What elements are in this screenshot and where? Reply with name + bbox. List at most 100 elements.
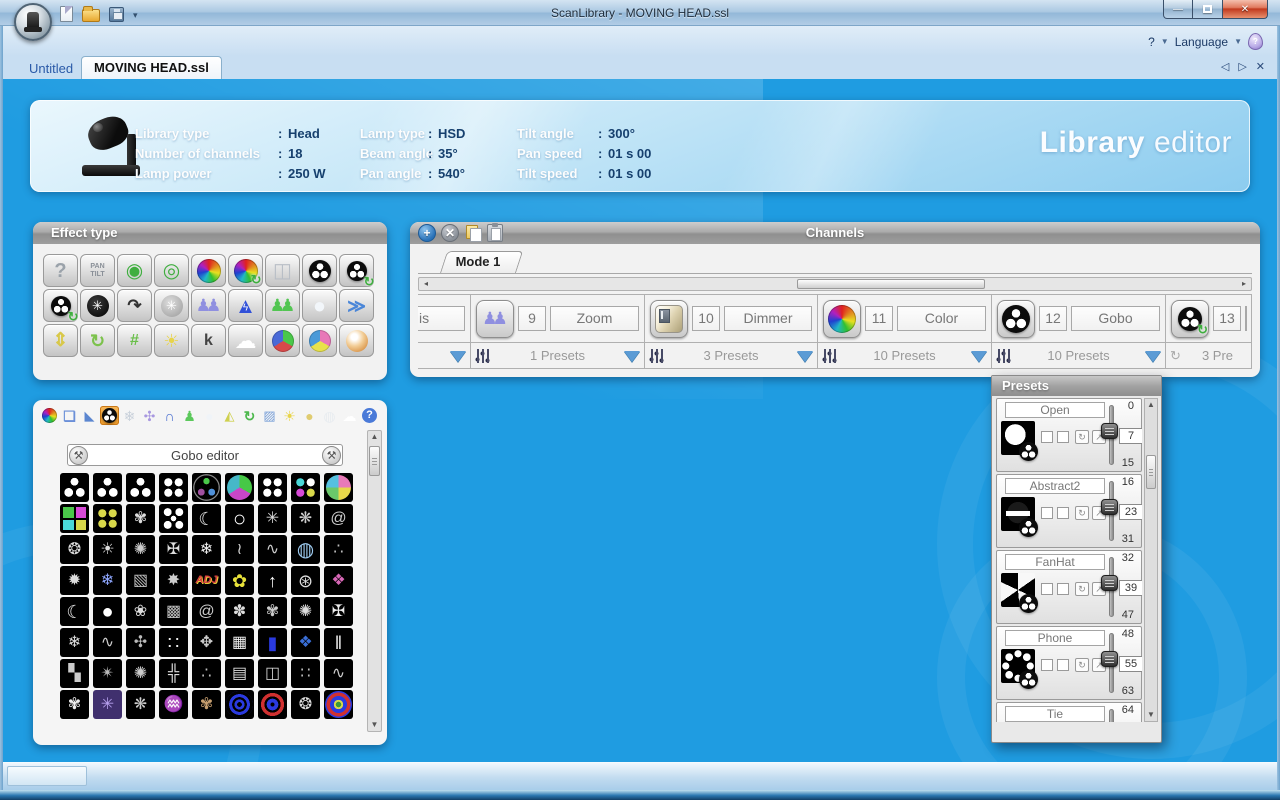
cloud-icon[interactable]: ☁ — [340, 406, 359, 425]
gobo-tile[interactable]: ☾ — [192, 504, 221, 533]
gobo-tile[interactable]: ▦ — [225, 628, 254, 657]
gobo-scroll-thumb[interactable] — [369, 446, 380, 476]
gobo-scrollbar[interactable]: ▲ ▼ — [367, 430, 382, 732]
channel-name-field[interactable]: is — [418, 306, 465, 331]
preset-slider-thumb[interactable] — [1101, 499, 1118, 515]
tab-moving-head[interactable]: MOVING HEAD.ssl — [81, 56, 222, 79]
preset-checkbox[interactable] — [1041, 507, 1053, 519]
hex-icon[interactable]: ● — [300, 406, 319, 425]
preset-rotate-button[interactable]: ↻ — [1075, 506, 1089, 520]
effect-icon-color-wheel-rotation[interactable]: ↻ — [228, 254, 263, 287]
channel-name-field[interactable]: Zoom — [550, 306, 639, 331]
gobo-tile[interactable]: ↑ — [258, 566, 287, 595]
dimmer-icon[interactable] — [650, 300, 688, 338]
gobo-tile[interactable]: ✾ — [60, 690, 89, 719]
preset-checkbox[interactable] — [1041, 583, 1053, 595]
tab-untitled[interactable]: Untitled — [23, 59, 79, 78]
hscroll-thumb[interactable] — [797, 279, 985, 289]
gobo-tile[interactable]: ✺ — [126, 659, 155, 688]
preset-slider-thumb[interactable] — [1101, 575, 1118, 591]
people-icon[interactable]: ♟♟ — [476, 300, 514, 338]
gobo-tile[interactable] — [192, 566, 221, 595]
hscroll-left-arrow-icon[interactable]: ◂ — [420, 278, 432, 290]
effect-icon-strobe[interactable]: ▲ϟ — [228, 289, 263, 322]
presets-dropdown-icon[interactable] — [797, 351, 813, 369]
gobo-tile[interactable]: ✾ — [126, 504, 155, 533]
gobo-tile[interactable]: ∴ — [192, 659, 221, 688]
effect-icon-iris[interactable]: ◉ — [117, 254, 152, 287]
gobo-tile[interactable]: ✹ — [60, 566, 89, 595]
gobo-tile[interactable]: ✣ — [126, 628, 155, 657]
preset-checkbox[interactable] — [1057, 507, 1069, 519]
gobo-tools-right-icon[interactable]: ⚒ — [322, 446, 341, 465]
gobo-tile[interactable] — [159, 473, 188, 502]
gobo-tile[interactable] — [324, 690, 353, 719]
preset-name-field[interactable]: Open — [1005, 402, 1105, 418]
gobo-icon[interactable] — [100, 406, 119, 425]
gobo-tile[interactable]: ❖ — [324, 566, 353, 595]
effect-icon-gobo-shake[interactable]: ↷ — [117, 289, 152, 322]
channel-name-field[interactable] — [1245, 306, 1247, 331]
scroll-up-arrow-icon[interactable]: ▲ — [1145, 399, 1157, 411]
preset-checkbox[interactable] — [1057, 583, 1069, 595]
gobo-tile[interactable]: ∿ — [93, 628, 122, 657]
gobo-tile[interactable] — [126, 473, 155, 502]
presets-dropdown-icon[interactable] — [971, 351, 987, 369]
layers-icon[interactable]: ❏ — [60, 406, 79, 425]
gobo-tile[interactable]: ▩ — [159, 597, 188, 626]
help-menu[interactable]: ? — [1148, 35, 1155, 49]
mode-tab[interactable]: Mode 1 — [440, 251, 516, 273]
gobo-tile[interactable]: ❋ — [126, 690, 155, 719]
scroll-down-arrow-icon[interactable]: ▼ — [368, 719, 381, 731]
gobo-tile[interactable]: ❂ — [291, 690, 320, 719]
effect-icon-focus[interactable]: ⇕ — [43, 324, 78, 357]
effect-icon-gobo-wheel-2[interactable]: ↻ — [43, 289, 78, 322]
gobo-tile[interactable]: ❀ — [126, 597, 155, 626]
gobo-rot-icon[interactable]: ↻ — [1171, 300, 1209, 338]
preset-rotate-button[interactable]: ↻ — [1075, 430, 1089, 444]
preset-value-field[interactable]: 7 — [1119, 428, 1142, 444]
preset-name-field[interactable]: Abstract2 — [1005, 478, 1105, 494]
effect-icon-focus-rotation[interactable]: ↻ — [80, 324, 115, 357]
arch-icon[interactable]: ∩ — [160, 406, 179, 425]
gobo-tile[interactable]: ○ — [225, 504, 254, 533]
presets-dropdown-icon[interactable] — [1145, 351, 1161, 369]
gobo-tile[interactable]: ▧ — [126, 566, 155, 595]
gobo-tile[interactable]: ☀ — [93, 535, 122, 564]
channel-number-field[interactable]: 13 — [1213, 306, 1241, 331]
gobo-tile[interactable]: ❋ — [291, 504, 320, 533]
app-menu-button[interactable] — [14, 3, 52, 41]
gobo-tile[interactable]: ◫ — [258, 659, 287, 688]
remove-channel-button[interactable]: ✕ — [441, 224, 459, 242]
preset-checkbox[interactable] — [1057, 431, 1069, 443]
color-wheel-icon[interactable] — [40, 406, 59, 425]
gobo-tile[interactable]: ∷ — [159, 628, 188, 657]
gobo-tile[interactable]: ▤ — [225, 659, 254, 688]
gobo-tile[interactable]: ✺ — [291, 597, 320, 626]
people-icon[interactable]: ♟ — [180, 406, 199, 425]
gobo-tile[interactable] — [159, 504, 188, 533]
frost-icon[interactable]: ❄ — [120, 406, 139, 425]
effect-icon-iris-strobe[interactable]: ✳ — [80, 289, 115, 322]
lamp-icon[interactable]: ☀ — [280, 406, 299, 425]
channel-number-field[interactable]: 10 — [692, 306, 720, 331]
hands-icon[interactable]: ✣ — [140, 406, 159, 425]
channel-number-field[interactable]: 9 — [518, 306, 546, 331]
effect-icon-focus-index[interactable]: # — [117, 324, 152, 357]
gobo-tile[interactable] — [324, 473, 353, 502]
refresh-icon[interactable]: ↻ — [240, 406, 259, 425]
beam-icon[interactable]: ◣ — [80, 406, 99, 425]
title-bar[interactable]: ScanLibrary - MOVING HEAD.ssl — [0, 0, 1280, 26]
gobo-tile[interactable]: ❄ — [60, 628, 89, 657]
gobo-tile[interactable]: ✿ — [225, 566, 254, 595]
gobo-tile[interactable]: ❄ — [192, 535, 221, 564]
gobo-tile[interactable] — [93, 504, 122, 533]
gobo-tile[interactable]: ∴ — [324, 535, 353, 564]
preset-checkbox[interactable] — [1057, 659, 1069, 671]
gobo-tile[interactable]: ✥ — [192, 628, 221, 657]
wheel-icon[interactable] — [823, 300, 861, 338]
hscroll-right-arrow-icon[interactable]: ▸ — [1238, 278, 1250, 290]
gobo-tile[interactable] — [93, 473, 122, 502]
effect-icon-prism[interactable]: ≫ — [339, 289, 374, 322]
gobo-tile[interactable]: ✠ — [324, 597, 353, 626]
